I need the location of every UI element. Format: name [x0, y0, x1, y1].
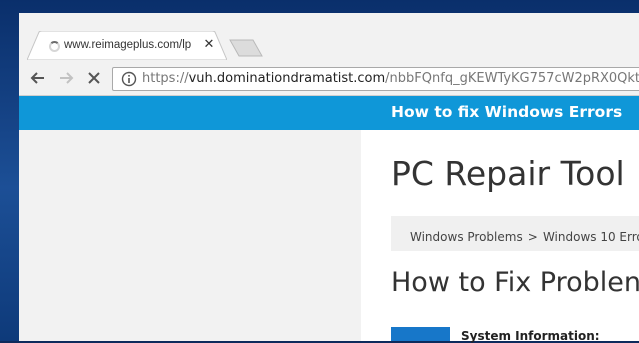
url-scheme: https://: [142, 71, 189, 86]
stop-icon[interactable]: [85, 69, 103, 87]
address-bar[interactable]: https://vuh.dominationdramatist.com/nbbF…: [112, 67, 639, 91]
info-icon[interactable]: [121, 71, 137, 87]
header-banner: How to fix Windows Errors: [19, 96, 639, 130]
tab-title: www.reimageplus.com/lp: [64, 39, 192, 51]
url-text[interactable]: https://vuh.dominationdramatist.com/nbbF…: [142, 70, 639, 88]
banner-title: How to fix Windows Errors: [391, 103, 623, 121]
breadcrumb-separator: >: [527, 230, 538, 244]
breadcrumb-item-windows-10-error[interactable]: Windows 10 Error: [543, 230, 639, 244]
breadcrumb-item-windows-problems[interactable]: Windows Problems: [410, 230, 523, 244]
page-title: PC Repair Tool: [391, 154, 625, 193]
left-panel: [19, 130, 361, 341]
browser-toolbar: https://vuh.dominationdramatist.com/nbbF…: [19, 60, 639, 96]
close-tab-icon[interactable]: ✕: [201, 37, 217, 53]
new-tab-button[interactable]: [227, 39, 265, 57]
breadcrumb: Windows Problems > Windows 10 Error: [391, 216, 639, 251]
browser-tab[interactable]: www.reimageplus.com/lp ✕: [27, 31, 227, 60]
back-arrow-icon[interactable]: [29, 69, 47, 87]
tab-strip: www.reimageplus.com/lp ✕: [19, 13, 639, 60]
loading-spinner-icon: [49, 41, 60, 52]
url-host: vuh.dominationdramatist.com: [188, 71, 386, 86]
section-heading: How to Fix Problen: [391, 267, 639, 298]
windows-logo-icon: [391, 327, 450, 341]
url-path: /nbbFQnfq_gKEWTyKG757cW2pRX0QktSzv: [385, 71, 639, 86]
forward-arrow-icon[interactable]: [57, 69, 75, 87]
